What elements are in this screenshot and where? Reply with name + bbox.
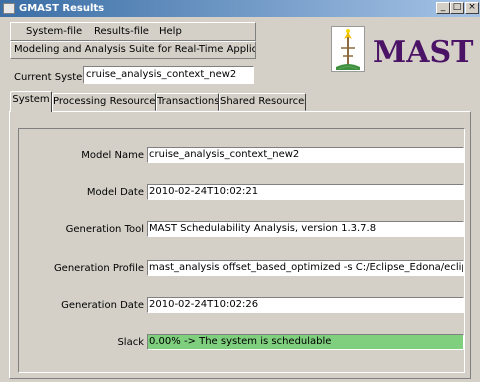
suite-name: Modeling and Analysis Suite for Real-Tim…	[10, 41, 256, 59]
generation-tool-label: Generation Tool	[65, 224, 144, 235]
generation-profile-label: Generation Profile	[53, 263, 144, 274]
window-title: GMAST Results	[19, 3, 105, 14]
model-name-label: Model Name	[81, 150, 144, 161]
tab-system[interactable]: System	[10, 91, 52, 112]
system-info-group: Model Name cruise_analysis_context_new2 …	[18, 128, 465, 373]
slack-field: 0.00% -> The system is schedulable	[147, 334, 464, 350]
generation-date-label: Generation Date	[61, 300, 144, 311]
mast-logo-icon	[331, 26, 365, 72]
generation-profile-field: mast_analysis offset_based_optimized -s …	[147, 260, 464, 276]
gmast-results-window: GMAST Results _ □ × System-file Results-…	[0, 0, 480, 382]
slack-label: Slack	[117, 337, 144, 348]
tab-processing-resources[interactable]: Processing Resources	[52, 93, 156, 111]
tab-transactions[interactable]: Transactions	[156, 93, 219, 111]
title-bar[interactable]: GMAST Results _ □ ×	[0, 0, 480, 17]
current-system-label: Current System	[14, 72, 93, 83]
app-icon	[3, 3, 15, 14]
minimize-button[interactable]: _	[436, 2, 450, 14]
model-name-field: cruise_analysis_context_new2	[147, 147, 464, 163]
menu-system-file[interactable]: System-file	[26, 26, 82, 37]
model-date-label: Model Date	[86, 187, 144, 198]
tab-shared-resources[interactable]: Shared Resources	[219, 93, 306, 111]
generation-date-field: 2010-02-24T10:02:26	[147, 297, 464, 313]
menu-results-file[interactable]: Results-file	[94, 26, 149, 37]
menu-help[interactable]: Help	[159, 26, 182, 37]
maximize-button[interactable]: □	[450, 2, 464, 14]
generation-tool-field: MAST Schedulability Analysis, version 1.…	[147, 221, 464, 237]
close-button[interactable]: ×	[465, 2, 479, 14]
model-date-field: 2010-02-24T10:02:21	[147, 184, 464, 200]
current-system-field: cruise_analysis_context_new2	[83, 66, 254, 84]
mast-logo-text: MAST	[373, 35, 474, 70]
menu-bar: System-file Results-file Help	[10, 22, 256, 41]
